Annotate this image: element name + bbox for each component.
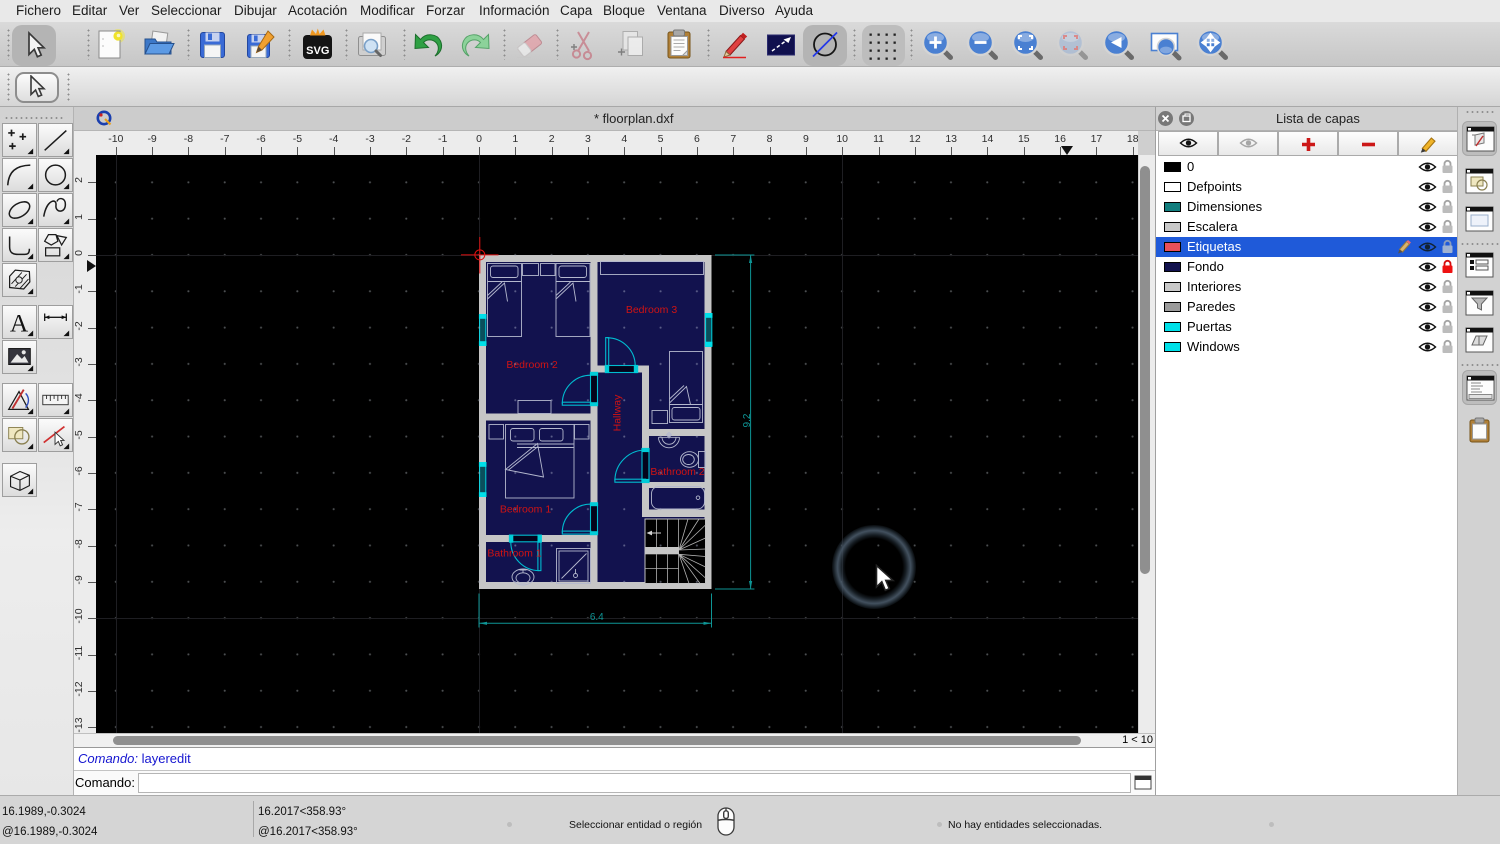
svg-text:SVG: SVG <box>306 45 329 57</box>
svg-text:9.2: 9.2 <box>742 413 753 427</box>
svg-text:6.4: 6.4 <box>590 612 604 623</box>
svg-text:A: A <box>10 309 29 337</box>
